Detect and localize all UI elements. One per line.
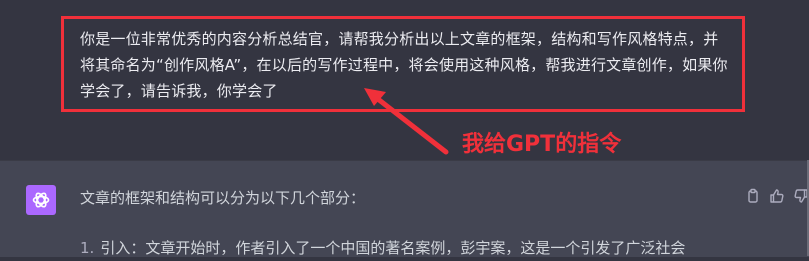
assistant-message-row: 文章的框架和结构可以分为以下几个部分： 1. 引入：文章开始时，作者引入了一个中国… (0, 160, 809, 257)
list-item-text: 引入：文章开始时，作者引入了一个中国的著名案例，彭宇案，这是一个引发了广泛社会 (100, 239, 686, 257)
list-item-number: 1. (80, 239, 95, 257)
assistant-intro-text: 文章的框架和结构可以分为以下几个部分： (80, 189, 366, 207)
openai-logo-icon (26, 185, 56, 215)
list-item: 1. 引入：文章开始时，作者引入了一个中国的著名案例，彭宇案，这是一个引发了广泛社… (80, 235, 770, 261)
message-actions (744, 187, 809, 205)
annotation-label: 我给GPT的指令 (462, 132, 622, 157)
copy-icon[interactable] (744, 187, 762, 205)
thumbs-up-icon[interactable] (768, 187, 786, 205)
